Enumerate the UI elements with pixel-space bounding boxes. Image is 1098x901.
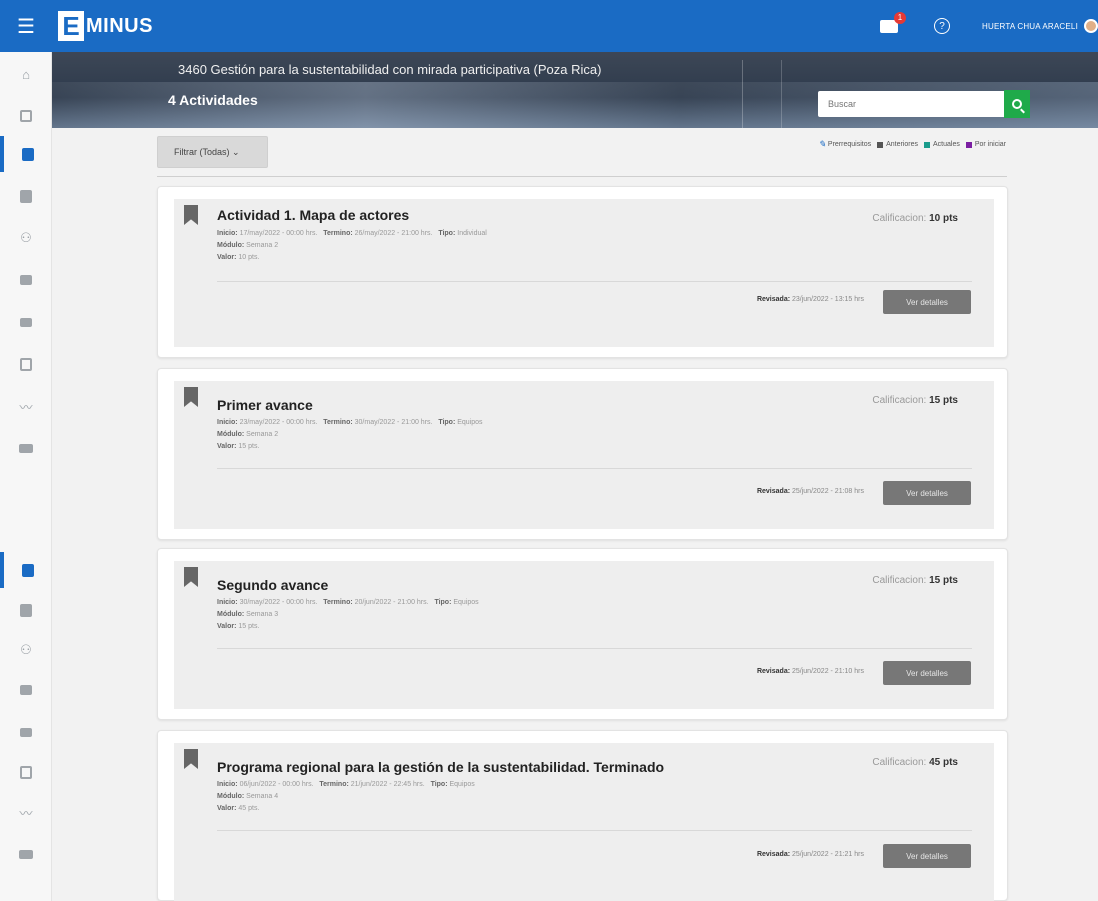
activity-module: Módulo: Semana 3 bbox=[217, 611, 279, 618]
legend-item-actuales: Actuales bbox=[924, 141, 960, 148]
top-bar: ☰ E MINUS 1 ? HUERTA CHUA ARACELI bbox=[0, 0, 1098, 52]
activity-grade: Calificacion: 45 pts bbox=[872, 757, 958, 768]
book-icon[interactable] bbox=[0, 592, 52, 628]
activity-card-body: Programa regional para la gestión de la … bbox=[174, 743, 994, 901]
bookmark-icon bbox=[184, 205, 198, 225]
legend-swatch bbox=[965, 141, 972, 148]
activity-count: 4 Actividades bbox=[168, 92, 258, 108]
mail-icon[interactable] bbox=[0, 714, 52, 750]
sidebar: ⌂ ⚇ 〰 ⚇ 〰 bbox=[0, 52, 52, 901]
details-button[interactable]: Ver detalles bbox=[883, 290, 971, 314]
search-box bbox=[818, 91, 1008, 117]
reviewed-date: Revisada: 25/jun/2022 - 21:21 hrs bbox=[756, 851, 864, 858]
activity-title[interactable]: Segundo avance bbox=[217, 577, 328, 593]
chart-icon[interactable]: 〰 bbox=[0, 794, 52, 830]
activity-title[interactable]: Primer avance bbox=[217, 397, 313, 413]
course-banner: 3460 Gestión para la sustentabilidad con… bbox=[52, 52, 1098, 128]
card-divider bbox=[217, 648, 972, 649]
activity-dates: Inicio: 17/may/2022 - 00:00 hrs. Termino… bbox=[217, 230, 487, 237]
dashboard-icon[interactable] bbox=[0, 98, 52, 134]
chat-icon[interactable] bbox=[0, 262, 52, 298]
legend: ✎ Prerrequisitos Anteriores Actuales Por … bbox=[812, 139, 1006, 150]
calendar-icon[interactable] bbox=[0, 346, 52, 382]
reviewed-date: Revisada: 25/jun/2022 - 21:08 hrs bbox=[756, 488, 864, 495]
activity-grade: Calificacion: 15 pts bbox=[872, 395, 958, 406]
details-button[interactable]: Ver detalles bbox=[883, 661, 971, 685]
activity-title[interactable]: Programa regional para la gestión de la … bbox=[217, 759, 664, 775]
activity-card-body: Primer avance Inicio: 23/may/2022 - 00:0… bbox=[174, 381, 994, 529]
activity-card-body: Actividad 1. Mapa de actores Inicio: 17/… bbox=[174, 199, 994, 347]
chat-icon[interactable] bbox=[0, 672, 52, 708]
banner-tower bbox=[742, 60, 782, 128]
legend-swatch bbox=[877, 141, 884, 148]
activity-card-body: Segundo avance Inicio: 30/may/2022 - 00:… bbox=[174, 561, 994, 709]
legend-item-anteriores: Anteriores bbox=[877, 141, 918, 148]
bookmark-icon bbox=[184, 387, 198, 407]
activity-module: Módulo: Semana 2 bbox=[217, 431, 279, 438]
chart-icon[interactable]: 〰 bbox=[0, 388, 52, 424]
people-icon[interactable]: ⚇ bbox=[0, 220, 52, 256]
user-name[interactable]: HUERTA CHUA ARACELI bbox=[982, 22, 1078, 31]
activity-title[interactable]: Actividad 1. Mapa de actores bbox=[217, 207, 409, 223]
activity-card: Primer avance Inicio: 23/may/2022 - 00:0… bbox=[157, 368, 1008, 540]
calendar-icon[interactable] bbox=[0, 754, 52, 790]
bookmark-icon bbox=[184, 567, 198, 587]
card-divider bbox=[217, 281, 972, 282]
activity-dates: Inicio: 23/may/2022 - 00:00 hrs. Termino… bbox=[217, 419, 483, 426]
search-icon bbox=[1012, 99, 1022, 109]
legend-item-por-iniciar: Por iniciar bbox=[965, 141, 1006, 148]
activity-dates: Inicio: 30/may/2022 - 00:00 hrs. Termino… bbox=[217, 599, 479, 606]
filter-dropdown[interactable]: Filtrar (Todas) ⌄ bbox=[157, 136, 268, 168]
activities-icon[interactable] bbox=[0, 552, 52, 588]
activity-value: Valor: 15 pts. bbox=[217, 443, 260, 450]
reviewed-date: Revisada: 25/jun/2022 - 21:10 hrs bbox=[756, 668, 864, 675]
bookmark-icon bbox=[184, 749, 198, 769]
legend-prereq: ✎ Prerrequisitos bbox=[818, 139, 872, 149]
search-button[interactable] bbox=[1004, 90, 1030, 118]
activity-card: Programa regional para la gestión de la … bbox=[157, 730, 1008, 901]
pencil-icon: ✎ bbox=[818, 139, 826, 149]
activities-icon[interactable] bbox=[0, 136, 52, 172]
mail-icon[interactable] bbox=[0, 304, 52, 340]
legend-swatch bbox=[924, 141, 931, 148]
course-title: 3460 Gestión para la sustentabilidad con… bbox=[178, 62, 602, 77]
book-icon[interactable] bbox=[0, 178, 52, 214]
app-logo[interactable]: E MINUS bbox=[58, 11, 153, 41]
details-button[interactable]: Ver detalles bbox=[883, 481, 971, 505]
avatar[interactable] bbox=[1084, 19, 1098, 33]
card-divider bbox=[217, 468, 972, 469]
mail-badge: 1 bbox=[894, 11, 907, 24]
divider bbox=[157, 176, 1007, 177]
details-button[interactable]: Ver detalles bbox=[883, 844, 971, 868]
activity-module: Módulo: Semana 4 bbox=[217, 793, 279, 800]
help-icon[interactable]: ? bbox=[934, 18, 951, 34]
mail-icon[interactable]: 1 bbox=[880, 11, 907, 33]
search-input[interactable] bbox=[818, 91, 1008, 117]
hamburger-icon[interactable]: ☰ bbox=[0, 0, 52, 52]
home-icon[interactable]: ⌂ bbox=[0, 56, 52, 92]
activity-value: Valor: 45 pts. bbox=[217, 805, 260, 812]
activity-value: Valor: 10 pts. bbox=[217, 254, 260, 261]
people-icon[interactable]: ⚇ bbox=[0, 632, 52, 668]
logo-text: MINUS bbox=[86, 14, 153, 37]
activity-module: Módulo: Semana 2 bbox=[217, 242, 279, 249]
panel-icon[interactable] bbox=[0, 430, 52, 466]
card-divider bbox=[217, 830, 972, 831]
activity-card: Segundo avance Inicio: 30/may/2022 - 00:… bbox=[157, 548, 1008, 720]
activity-card: Actividad 1. Mapa de actores Inicio: 17/… bbox=[157, 186, 1008, 358]
activity-grade: Calificacion: 10 pts bbox=[872, 213, 958, 224]
logo-letter: E bbox=[58, 11, 84, 41]
activity-grade: Calificacion: 15 pts bbox=[872, 575, 958, 586]
panel-icon[interactable] bbox=[0, 836, 52, 872]
activity-value: Valor: 15 pts. bbox=[217, 623, 260, 630]
activity-dates: Inicio: 06/jun/2022 - 00:00 hrs. Termino… bbox=[217, 781, 475, 788]
reviewed-date: Revisada: 23/jun/2022 - 13:15 hrs bbox=[756, 296, 864, 303]
